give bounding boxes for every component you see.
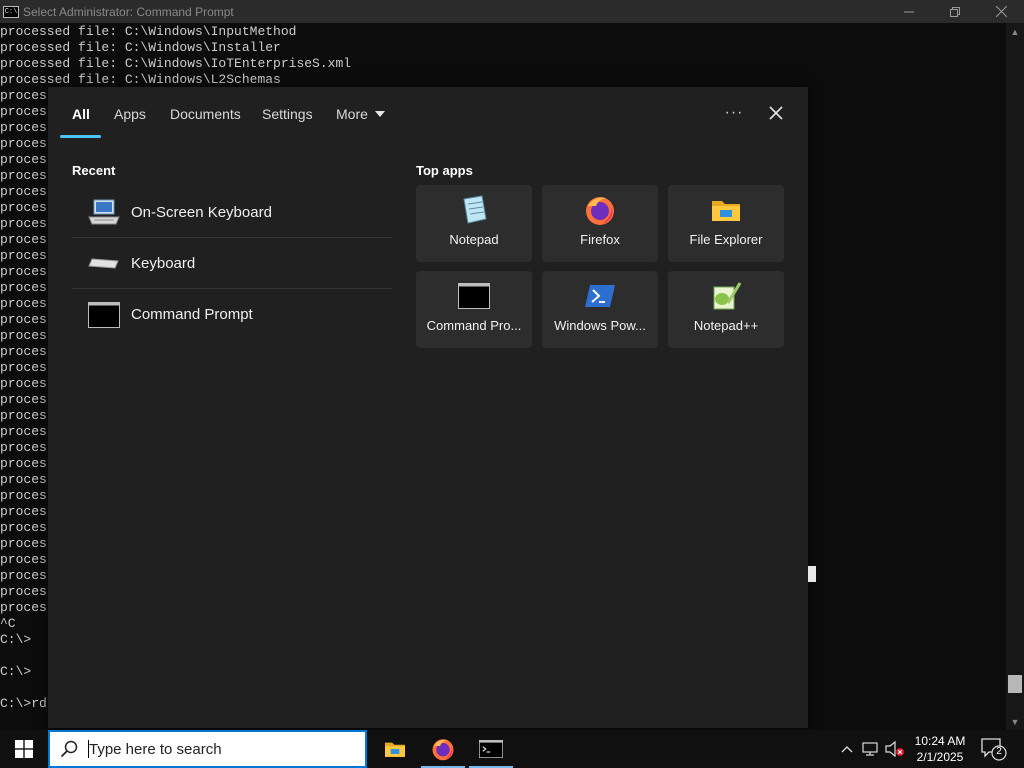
top-app-label: Firefox — [580, 232, 620, 247]
show-hidden-icons-button[interactable] — [836, 730, 858, 768]
close-icon — [995, 6, 1007, 17]
top-app-notepad-plus-plus[interactable]: Notepad++ — [668, 271, 784, 348]
close-flyout-button[interactable] — [764, 101, 788, 125]
recent-item-command-prompt[interactable]: Command Prompt — [72, 289, 392, 340]
powershell-icon — [584, 281, 616, 311]
chevron-down-icon — [374, 111, 385, 117]
clock-time: 10:24 AM — [914, 734, 966, 748]
active-tab-indicator — [60, 135, 101, 138]
console-line: processed file: C:\Windows\InputMethod — [0, 24, 297, 39]
top-app-label: File Explorer — [689, 232, 763, 247]
tab-more-label: More — [336, 106, 368, 122]
search-flyout: All Apps Documents Settings More ··· Rec… — [48, 87, 808, 728]
clock-date: 2/1/2025 — [916, 750, 964, 764]
start-button[interactable] — [0, 730, 48, 768]
network-button[interactable] — [860, 730, 882, 768]
top-app-command-prompt[interactable]: Command Pro... — [416, 271, 532, 348]
recent-heading: Recent — [72, 163, 116, 178]
taskbar-command-prompt[interactable] — [467, 730, 515, 768]
scroll-up-arrow-icon[interactable]: ▲ — [1006, 23, 1024, 40]
taskbar: Type here to search 10:24 AM 2/1/2025 2 — [0, 730, 1024, 768]
tab-documents[interactable]: Documents — [170, 104, 241, 124]
minimize-button[interactable] — [886, 0, 932, 23]
search-icon — [60, 740, 78, 758]
recent-item-on-screen-keyboard[interactable]: On-Screen Keyboard — [72, 187, 392, 238]
recent-item-label: Keyboard — [131, 254, 196, 272]
taskbar-firefox[interactable] — [419, 730, 467, 768]
more-options-button[interactable]: ··· — [722, 101, 746, 125]
scrollbar-thumb[interactable] — [1008, 675, 1022, 693]
network-icon — [862, 742, 878, 756]
recent-item-keyboard[interactable]: Keyboard — [72, 238, 392, 289]
console-line: processed file: C:\Windows\IoTEnterprise… — [0, 56, 352, 71]
clock[interactable]: 10:24 AM 2/1/2025 — [905, 733, 975, 765]
file-explorer-icon — [710, 195, 742, 225]
recent-item-label: Command Prompt — [131, 306, 253, 323]
top-app-label: Command Pro... — [426, 318, 522, 333]
top-app-label: Notepad — [449, 232, 499, 247]
notepad-icon — [458, 195, 490, 225]
top-app-label: Notepad++ — [693, 318, 759, 333]
tab-apps[interactable]: Apps — [114, 104, 146, 124]
search-tabs: All Apps Documents Settings More ··· — [48, 87, 808, 139]
on-screen-keyboard-icon — [87, 198, 121, 226]
command-prompt-icon — [458, 281, 490, 311]
volume-button[interactable] — [884, 730, 906, 768]
keyboard-icon — [87, 249, 121, 277]
cmd-app-icon: C:\ — [3, 5, 19, 18]
windows-logo-icon — [15, 740, 33, 758]
ellipsis-icon: ··· — [724, 104, 744, 121]
notepad-plus-plus-icon — [710, 281, 742, 311]
close-icon — [769, 106, 783, 120]
command-prompt-icon — [479, 740, 503, 758]
top-app-label: Windows Pow... — [554, 318, 646, 333]
tab-settings[interactable]: Settings — [262, 104, 313, 124]
firefox-icon — [584, 195, 616, 225]
console-line: processed file: C:\Windows\L2Schemas — [0, 72, 281, 87]
notification-count: 2 — [996, 746, 1002, 757]
close-window-button[interactable] — [978, 0, 1024, 23]
file-explorer-icon — [385, 742, 405, 757]
window-title: Select Administrator: Command Prompt — [23, 4, 234, 19]
command-prompt-icon — [87, 301, 121, 329]
tab-more[interactable]: More — [336, 104, 385, 124]
action-center-button[interactable]: 2 — [980, 736, 1008, 762]
top-app-notepad[interactable]: Notepad — [416, 185, 532, 262]
chevron-up-icon — [841, 746, 853, 753]
top-app-firefox[interactable]: Firefox — [542, 185, 658, 262]
recent-list: On-Screen Keyboard Keyboard Command Prom… — [72, 187, 392, 340]
minimize-icon — [904, 11, 914, 12]
taskbar-file-explorer[interactable] — [371, 730, 419, 768]
restore-icon — [950, 6, 960, 17]
volume-muted-icon — [885, 741, 904, 757]
console-scrollbar[interactable]: ▲ ▼ — [1006, 23, 1024, 730]
search-placeholder: Type here to search — [89, 740, 222, 758]
firefox-icon — [432, 739, 454, 761]
taskbar-search-box[interactable]: Type here to search — [48, 730, 367, 768]
recent-item-label: On-Screen Keyboard — [131, 203, 272, 221]
resize-handle[interactable] — [808, 566, 816, 582]
tab-all[interactable]: All — [72, 104, 90, 124]
title-bar[interactable]: C:\ Select Administrator: Command Prompt — [0, 0, 1024, 23]
top-app-windows-powershell[interactable]: Windows Pow... — [542, 271, 658, 348]
console-line: processed file: C:\Windows\Installer — [0, 40, 281, 55]
scroll-down-arrow-icon[interactable]: ▼ — [1006, 713, 1024, 730]
restore-button[interactable] — [932, 0, 978, 23]
top-apps-heading: Top apps — [416, 163, 473, 178]
top-app-file-explorer[interactable]: File Explorer — [668, 185, 784, 262]
